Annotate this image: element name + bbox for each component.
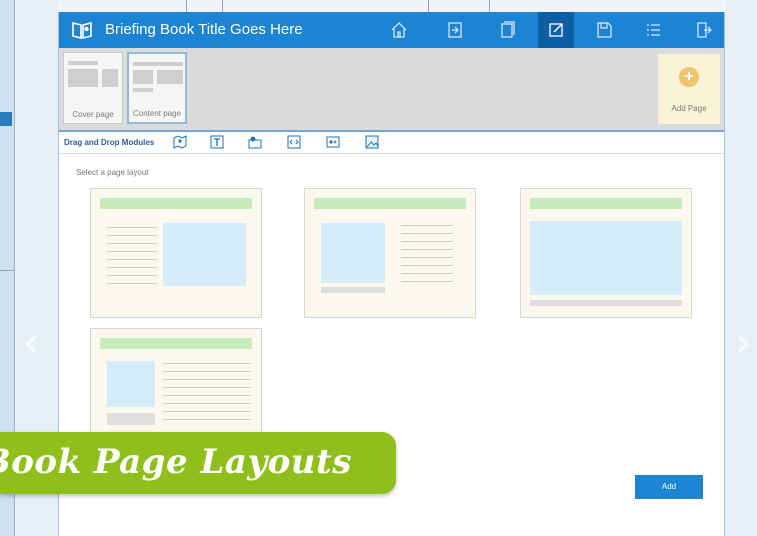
pages-icon — [501, 21, 515, 38]
exit-icon — [697, 22, 712, 38]
next-slide-arrow[interactable]: › — [726, 318, 757, 368]
save-icon — [597, 22, 612, 38]
edit-button[interactable] — [538, 12, 574, 48]
image-icon[interactable] — [365, 135, 379, 149]
background-right-panel — [725, 0, 757, 536]
edit-icon — [549, 23, 563, 37]
background-top-strip — [58, 0, 725, 12]
add-page-button[interactable]: + Add Page — [658, 54, 720, 124]
background-blue-marker — [0, 112, 12, 126]
layout-option-image-left-text-right[interactable] — [304, 188, 476, 318]
text-module-icon[interactable] — [210, 135, 224, 149]
export-button[interactable] — [437, 12, 473, 48]
book-title: Briefing Book Title Goes Here — [105, 21, 303, 38]
add-icon: + — [679, 67, 699, 87]
cover-page-thumbnail[interactable]: Cover page — [63, 52, 123, 124]
embed-icon[interactable] — [287, 135, 301, 149]
content-page-thumbnail[interactable]: Content page — [127, 52, 187, 124]
pages-button[interactable] — [489, 12, 525, 48]
location-icon[interactable] — [248, 135, 262, 149]
video-icon[interactable] — [326, 135, 340, 149]
home-icon — [391, 22, 407, 38]
page-strip: Cover page Content page + Add Page — [59, 48, 724, 130]
cover-page-label: Cover page — [72, 110, 114, 119]
add-page-label: Add Page — [671, 104, 707, 113]
content-page-label: Content page — [132, 109, 182, 118]
modules-label: Drag and Drop Modules — [64, 138, 155, 147]
list-button[interactable] — [635, 12, 671, 48]
home-button[interactable] — [381, 12, 417, 48]
exit-button[interactable] — [685, 12, 721, 48]
app-header: Briefing Book Title Goes Here — [59, 12, 724, 48]
select-layout-prompt: Select a page layout — [76, 168, 149, 177]
book-icon — [71, 19, 93, 41]
export-icon — [448, 22, 462, 38]
add-layout-button[interactable]: Add — [635, 475, 703, 499]
title-banner: Book Page Layouts — [0, 432, 396, 494]
banner-title: Book Page Layouts — [0, 442, 352, 482]
save-button[interactable] — [586, 12, 622, 48]
previous-slide-arrow[interactable]: ‹ — [14, 318, 48, 368]
layout-option-text-left-image-right[interactable] — [90, 188, 262, 318]
background-tick — [489, 0, 490, 12]
layout-option-full-width-image[interactable] — [520, 188, 692, 318]
background-tick — [186, 0, 187, 12]
background-tick — [222, 0, 223, 12]
map-icon[interactable] — [173, 135, 187, 149]
background-tick — [428, 0, 429, 12]
background-divider — [0, 270, 14, 271]
modules-toolbar: Drag and Drop Modules — [59, 130, 724, 154]
list-icon — [647, 24, 660, 36]
